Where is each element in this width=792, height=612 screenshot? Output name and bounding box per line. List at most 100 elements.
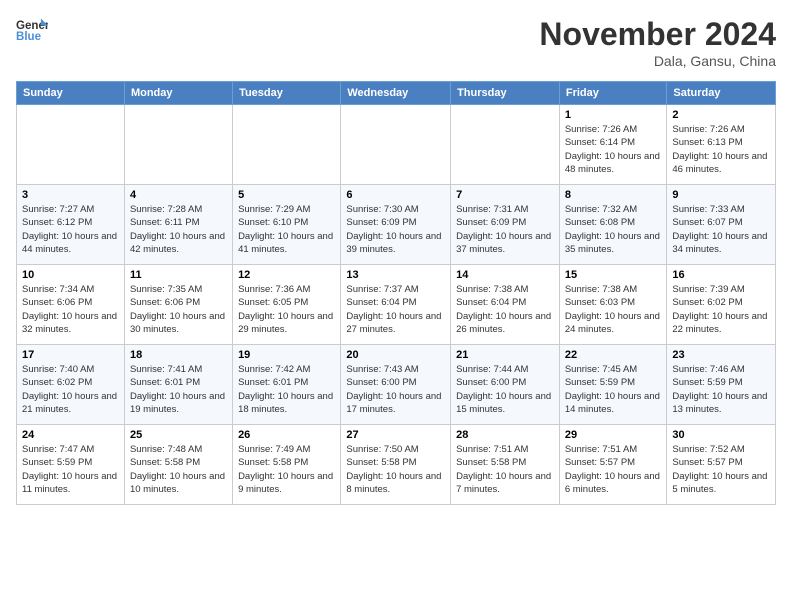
day-info: Sunrise: 7:43 AM Sunset: 6:00 PM Dayligh… — [346, 363, 445, 416]
day-number: 29 — [565, 429, 662, 441]
day-number: 25 — [130, 429, 227, 441]
calendar-cell: 5 Sunrise: 7:29 AM Sunset: 6:10 PM Daylig… — [233, 185, 341, 265]
calendar-cell: 11 Sunrise: 7:35 AM Sunset: 6:06 PM Dayli… — [124, 265, 232, 345]
calendar-cell: 29Sunrise: 7:51 AM Sunset: 5:57 PM Dayli… — [559, 425, 667, 505]
day-number: 19 — [238, 349, 335, 361]
calendar-cell: 6Sunrise: 7:30 AM Sunset: 6:09 PM Daylig… — [341, 185, 451, 265]
weekday-header-sunday: Sunday — [17, 82, 125, 105]
page-header: General Blue November 2024 Dala, Gansu, … — [16, 16, 776, 69]
day-info: Sunrise: 7:46 AM Sunset: 5:59 PM Dayligh… — [672, 363, 770, 416]
svg-text:Blue: Blue — [16, 31, 42, 43]
day-number: 20 — [346, 349, 445, 361]
weekday-header-monday: Monday — [124, 82, 232, 105]
calendar-cell: 16 Sunrise: 7:39 AM Sunset: 6:02 PM Dayli… — [667, 265, 776, 345]
day-number: 5 — [238, 189, 335, 201]
calendar-week-3: 10Sunrise: 7:34 AM Sunset: 6:06 PM Dayli… — [17, 265, 776, 345]
calendar-cell: 25 Sunrise: 7:48 AM Sunset: 5:58 PM Dayli… — [124, 425, 232, 505]
day-number: 22 — [565, 349, 662, 361]
day-number: 1 — [565, 109, 662, 121]
weekday-header-row: SundayMondayTuesdayWednesdayThursdayFrid… — [17, 82, 776, 105]
calendar-cell: 23 Sunrise: 7:46 AM Sunset: 5:59 PM Dayli… — [667, 345, 776, 425]
calendar-body: 1 Sunrise: 7:26 AM Sunset: 6:14 PM Daylig… — [17, 105, 776, 505]
calendar-cell: 13 Sunrise: 7:37 AM Sunset: 6:04 PM Dayli… — [341, 265, 451, 345]
day-info: Sunrise: 7:31 AM Sunset: 6:09 PM Dayligh… — [456, 203, 554, 256]
calendar-cell: 9 Sunrise: 7:33 AM Sunset: 6:07 PM Daylig… — [667, 185, 776, 265]
calendar-cell — [451, 105, 560, 185]
day-number: 18 — [130, 349, 227, 361]
calendar-cell: 30 Sunrise: 7:52 AM Sunset: 5:57 PM Dayli… — [667, 425, 776, 505]
month-title: November 2024 — [539, 16, 776, 53]
day-number: 23 — [672, 349, 770, 361]
calendar-cell: 26 Sunrise: 7:49 AM Sunset: 5:58 PM Dayli… — [233, 425, 341, 505]
day-number: 17 — [22, 349, 119, 361]
day-info: Sunrise: 7:49 AM Sunset: 5:58 PM Dayligh… — [238, 443, 335, 496]
calendar-cell: 20 Sunrise: 7:43 AM Sunset: 6:00 PM Dayli… — [341, 345, 451, 425]
day-number: 3 — [22, 189, 119, 201]
weekday-header-saturday: Saturday — [667, 82, 776, 105]
calendar-week-4: 17 Sunrise: 7:40 AM Sunset: 6:02 PM Dayli… — [17, 345, 776, 425]
day-info: Sunrise: 7:38 AM Sunset: 6:04 PM Dayligh… — [456, 283, 554, 336]
calendar-cell: 24 Sunrise: 7:47 AM Sunset: 5:59 PM Dayli… — [17, 425, 125, 505]
calendar-week-2: 3Sunrise: 7:27 AM Sunset: 6:12 PM Daylig… — [17, 185, 776, 265]
weekday-header-thursday: Thursday — [451, 82, 560, 105]
day-number: 30 — [672, 429, 770, 441]
day-number: 24 — [22, 429, 119, 441]
day-info: Sunrise: 7:40 AM Sunset: 6:02 PM Dayligh… — [22, 363, 119, 416]
day-number: 7 — [456, 189, 554, 201]
day-number: 13 — [346, 269, 445, 281]
calendar-cell — [124, 105, 232, 185]
calendar-cell: 12 Sunrise: 7:36 AM Sunset: 6:05 PM Dayli… — [233, 265, 341, 345]
day-info: Sunrise: 7:33 AM Sunset: 6:07 PM Dayligh… — [672, 203, 770, 256]
day-info: Sunrise: 7:42 AM Sunset: 6:01 PM Dayligh… — [238, 363, 335, 416]
day-number: 26 — [238, 429, 335, 441]
logo-icon: General Blue — [16, 16, 48, 44]
weekday-header-friday: Friday — [559, 82, 667, 105]
day-number: 11 — [130, 269, 227, 281]
calendar-cell: 19 Sunrise: 7:42 AM Sunset: 6:01 PM Dayli… — [233, 345, 341, 425]
calendar-cell: 22 Sunrise: 7:45 AM Sunset: 5:59 PM Dayli… — [559, 345, 667, 425]
day-info: Sunrise: 7:45 AM Sunset: 5:59 PM Dayligh… — [565, 363, 662, 416]
calendar-week-5: 24 Sunrise: 7:47 AM Sunset: 5:59 PM Dayli… — [17, 425, 776, 505]
day-info: Sunrise: 7:30 AM Sunset: 6:09 PM Dayligh… — [346, 203, 445, 256]
location-subtitle: Dala, Gansu, China — [539, 53, 776, 69]
day-info: Sunrise: 7:37 AM Sunset: 6:04 PM Dayligh… — [346, 283, 445, 336]
calendar-cell: 17 Sunrise: 7:40 AM Sunset: 6:02 PM Dayli… — [17, 345, 125, 425]
day-info: Sunrise: 7:44 AM Sunset: 6:00 PM Dayligh… — [456, 363, 554, 416]
day-info: Sunrise: 7:47 AM Sunset: 5:59 PM Dayligh… — [22, 443, 119, 496]
calendar-cell: 7 Sunrise: 7:31 AM Sunset: 6:09 PM Daylig… — [451, 185, 560, 265]
title-block: November 2024 Dala, Gansu, China — [539, 16, 776, 69]
calendar-cell: 1 Sunrise: 7:26 AM Sunset: 6:14 PM Daylig… — [559, 105, 667, 185]
logo: General Blue — [16, 16, 48, 44]
day-info: Sunrise: 7:32 AM Sunset: 6:08 PM Dayligh… — [565, 203, 662, 256]
day-number: 14 — [456, 269, 554, 281]
day-info: Sunrise: 7:48 AM Sunset: 5:58 PM Dayligh… — [130, 443, 227, 496]
day-number: 9 — [672, 189, 770, 201]
calendar-cell — [233, 105, 341, 185]
day-number: 10 — [22, 269, 119, 281]
day-info: Sunrise: 7:39 AM Sunset: 6:02 PM Dayligh… — [672, 283, 770, 336]
calendar-cell: 21 Sunrise: 7:44 AM Sunset: 6:00 PM Dayli… — [451, 345, 560, 425]
day-info: Sunrise: 7:29 AM Sunset: 6:10 PM Dayligh… — [238, 203, 335, 256]
day-number: 16 — [672, 269, 770, 281]
day-info: Sunrise: 7:36 AM Sunset: 6:05 PM Dayligh… — [238, 283, 335, 336]
calendar-cell: 27Sunrise: 7:50 AM Sunset: 5:58 PM Dayli… — [341, 425, 451, 505]
day-number: 21 — [456, 349, 554, 361]
calendar-cell: 4Sunrise: 7:28 AM Sunset: 6:11 PM Daylig… — [124, 185, 232, 265]
calendar-cell: 2Sunrise: 7:26 AM Sunset: 6:13 PM Daylig… — [667, 105, 776, 185]
calendar-week-1: 1 Sunrise: 7:26 AM Sunset: 6:14 PM Daylig… — [17, 105, 776, 185]
day-info: Sunrise: 7:51 AM Sunset: 5:58 PM Dayligh… — [456, 443, 554, 496]
day-number: 15 — [565, 269, 662, 281]
calendar-cell: 28Sunrise: 7:51 AM Sunset: 5:58 PM Dayli… — [451, 425, 560, 505]
day-info: Sunrise: 7:38 AM Sunset: 6:03 PM Dayligh… — [565, 283, 662, 336]
day-info: Sunrise: 7:26 AM Sunset: 6:14 PM Dayligh… — [565, 123, 662, 176]
day-info: Sunrise: 7:35 AM Sunset: 6:06 PM Dayligh… — [130, 283, 227, 336]
day-number: 2 — [672, 109, 770, 121]
day-info: Sunrise: 7:52 AM Sunset: 5:57 PM Dayligh… — [672, 443, 770, 496]
calendar-cell: 15 Sunrise: 7:38 AM Sunset: 6:03 PM Dayli… — [559, 265, 667, 345]
day-info: Sunrise: 7:50 AM Sunset: 5:58 PM Dayligh… — [346, 443, 445, 496]
calendar-cell: 8Sunrise: 7:32 AM Sunset: 6:08 PM Daylig… — [559, 185, 667, 265]
calendar-cell: 3Sunrise: 7:27 AM Sunset: 6:12 PM Daylig… — [17, 185, 125, 265]
calendar-cell — [341, 105, 451, 185]
day-info: Sunrise: 7:41 AM Sunset: 6:01 PM Dayligh… — [130, 363, 227, 416]
day-number: 12 — [238, 269, 335, 281]
